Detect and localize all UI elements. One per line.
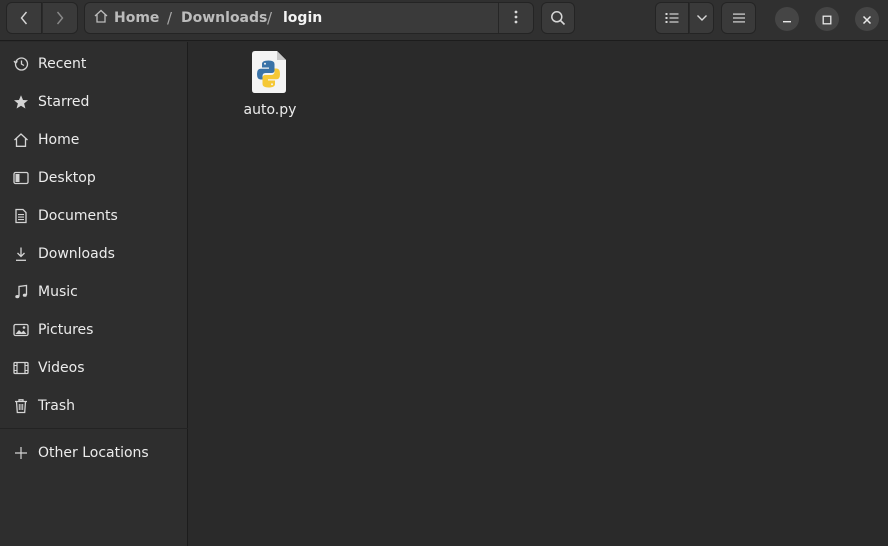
sidebar-item-label: Desktop <box>38 170 96 186</box>
sidebar-item-home[interactable]: Home <box>0 121 188 159</box>
video-icon <box>13 360 29 376</box>
main-menu-button[interactable] <box>721 2 756 34</box>
close-button[interactable] <box>855 7 879 31</box>
sidebar-item-downloads[interactable]: Downloads <box>0 235 188 273</box>
sidebar-item-documents[interactable]: Documents <box>0 197 188 235</box>
vertical-dots-icon <box>514 9 518 28</box>
path-home-label: Home <box>114 10 160 26</box>
plus-icon <box>13 445 29 461</box>
picture-icon <box>13 322 29 338</box>
sidebar-item-label: Downloads <box>38 246 115 262</box>
close-icon <box>862 10 872 29</box>
sidebar-item-other-locations[interactable]: Other Locations <box>0 434 188 472</box>
file-view[interactable]: auto.py <box>189 42 888 546</box>
maximize-button[interactable] <box>815 7 839 31</box>
sidebar-item-starred[interactable]: Starred <box>0 83 188 121</box>
sidebar-item-label: Documents <box>38 208 118 224</box>
path-separator: / <box>167 9 173 27</box>
download-icon <box>13 246 29 262</box>
forward-button[interactable] <box>42 2 78 34</box>
path-segment-downloads[interactable]: Downloads <box>181 3 267 33</box>
view-buttons <box>655 2 714 34</box>
sidebar-item-label: Home <box>38 132 80 148</box>
navigation-buttons <box>6 2 78 34</box>
path-segment-current[interactable]: login <box>283 3 322 33</box>
chevron-right-icon <box>55 10 65 26</box>
sidebar-item-music[interactable]: Music <box>0 273 188 311</box>
search-icon <box>550 10 566 26</box>
path-menu-button[interactable] <box>498 3 533 33</box>
maximize-icon <box>822 10 832 29</box>
path-separator: / <box>267 9 273 27</box>
search-button[interactable] <box>541 2 575 34</box>
list-view-icon <box>665 12 679 24</box>
file-name: auto.py <box>243 102 297 118</box>
sidebar-item-pictures[interactable]: Pictures <box>0 311 188 349</box>
view-options-dropdown[interactable] <box>689 2 714 34</box>
header-bar: Home / Downloads / login <box>0 0 888 41</box>
sidebar-divider <box>0 428 188 429</box>
path-home-button[interactable]: Home <box>93 3 159 33</box>
file-item[interactable]: auto.py <box>234 48 306 118</box>
sidebar-item-label: Videos <box>38 360 85 376</box>
desktop-icon <box>13 170 29 186</box>
sidebar: Recent Starred Home Desktop Documents Do… <box>0 42 188 546</box>
hamburger-icon <box>732 13 745 23</box>
list-view-button[interactable] <box>655 2 689 34</box>
sidebar-item-label: Trash <box>38 398 75 414</box>
sidebar-item-videos[interactable]: Videos <box>0 349 188 387</box>
sidebar-item-label: Starred <box>38 94 90 110</box>
sidebar-item-trash[interactable]: Trash <box>0 387 188 425</box>
python-file-icon <box>250 50 288 94</box>
sidebar-item-label: Pictures <box>38 322 94 338</box>
minimize-icon <box>782 10 792 29</box>
sidebar-item-desktop[interactable]: Desktop <box>0 159 188 197</box>
home-icon <box>93 8 109 28</box>
star-icon <box>13 94 29 110</box>
sidebar-item-recent[interactable]: Recent <box>0 45 188 83</box>
music-icon <box>13 284 29 300</box>
clock-icon <box>13 56 29 72</box>
sidebar-item-label: Recent <box>38 56 87 72</box>
path-bar: Home / Downloads / login <box>84 2 534 34</box>
back-button[interactable] <box>6 2 42 34</box>
minimize-button[interactable] <box>775 7 799 31</box>
home-icon <box>13 132 29 148</box>
chevron-down-icon <box>696 14 708 22</box>
trash-icon <box>13 398 29 414</box>
document-icon <box>13 208 29 224</box>
sidebar-item-label: Music <box>38 284 78 300</box>
chevron-left-icon <box>19 10 29 26</box>
sidebar-item-label: Other Locations <box>38 445 149 461</box>
